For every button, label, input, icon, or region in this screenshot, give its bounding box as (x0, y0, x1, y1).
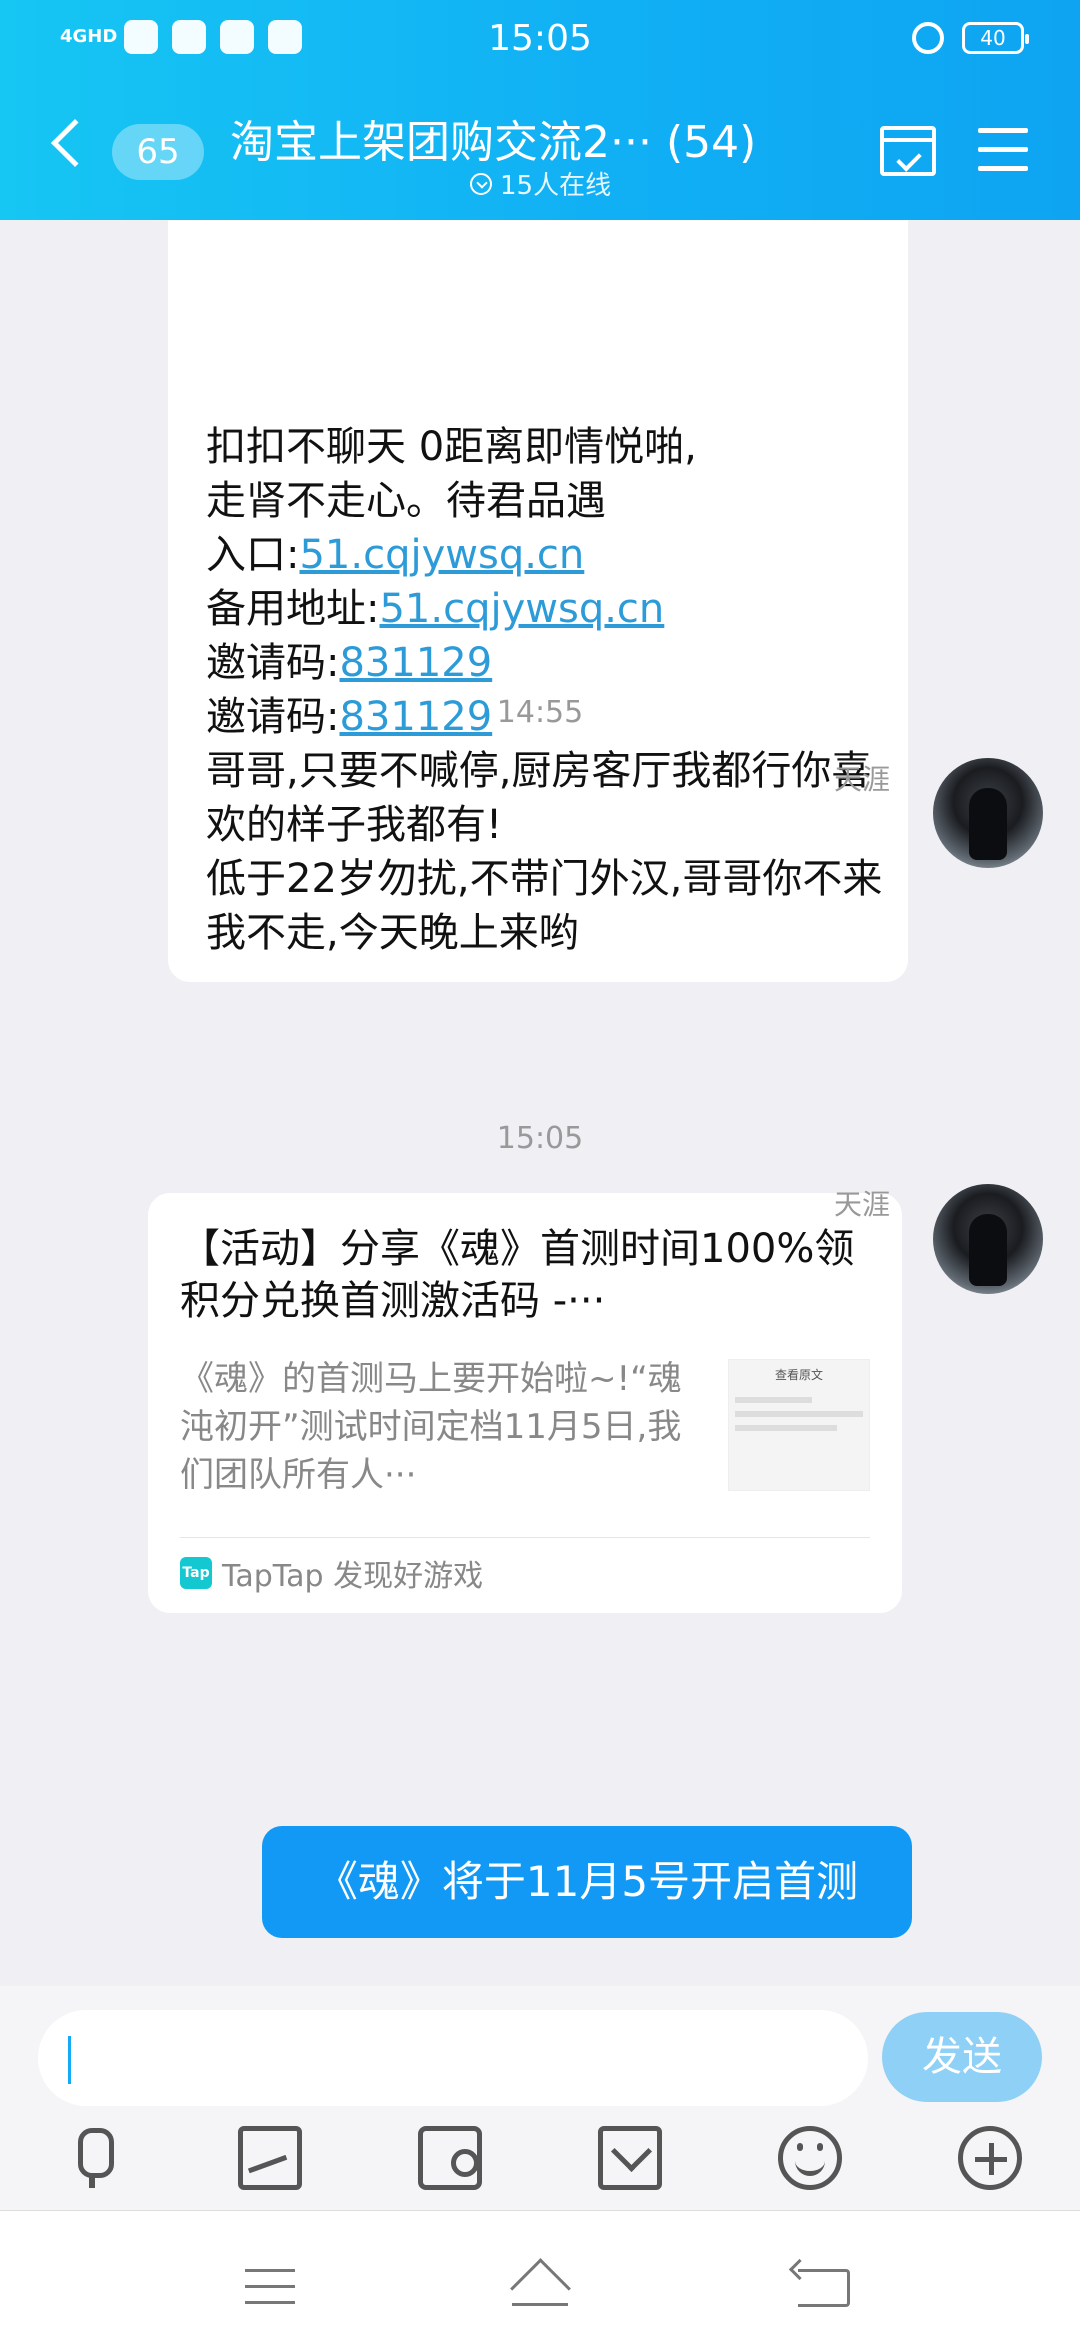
back-icon[interactable] (50, 118, 100, 168)
sender-name: 天涯 (833, 763, 890, 796)
send-button[interactable]: 发送 (882, 2012, 1042, 2102)
thumbnail-title: 查看原文 (774, 1368, 823, 1382)
input-bar: 发送 (0, 1986, 1080, 2210)
emoji-icon[interactable] (778, 2126, 842, 2190)
chevron-down-icon (470, 172, 492, 195)
source-label: TapTap 发现好游戏 (222, 1559, 484, 1594)
nav-back-icon[interactable] (798, 2269, 850, 2307)
divider (180, 1537, 870, 1538)
online-status[interactable]: 15人在线 (470, 165, 611, 202)
invite-code-link[interactable]: 831129 (339, 640, 492, 686)
status-bar: 4GHD 15:05 40 (0, 0, 1080, 80)
message-line: 低于22岁勿扰,不带门外汉,哥哥你不来我不走,今天晚上来哟 (206, 856, 883, 956)
camera-icon[interactable] (418, 2126, 482, 2190)
sender-name: 天涯 (833, 1188, 890, 1221)
message-bubble[interactable]: 扣扣不聊天 0距离即情悦啪, 走肾不走心。待君品遇 入口:51.cqjywsq.… (168, 220, 908, 982)
entry-link[interactable]: 51.cqjywsq.cn (299, 532, 584, 578)
navigation-bar (0, 2210, 1080, 2340)
avatar[interactable] (933, 758, 1043, 868)
message-line: 哥哥,只要不喊停,厨房客厅我都行你喜欢的样子我都有! (206, 748, 872, 848)
message-line: 扣扣不聊天 0距离即情悦啪, (206, 424, 697, 470)
nav-menu-icon[interactable] (245, 2269, 295, 2305)
timestamp: 14:55 (496, 695, 584, 730)
invite-label: 邀请码: (206, 640, 340, 686)
header: 4GHD 15:05 40 65 淘宝上架团购交流2··· (54) 15人在线 (0, 0, 1080, 220)
online-count: 15人在线 (500, 171, 612, 201)
alarm-icon (912, 22, 944, 54)
message-line: 走肾不走心。待君品遇 (206, 478, 606, 524)
share-card[interactable]: 【活动】分享《魂》首测时间100%领积分兑换首测激活码 -··· 《魂》的首测马… (148, 1193, 902, 1613)
message-text: 扣扣不聊天 0距离即情悦啪, 走肾不走心。待君品遇 入口:51.cqjywsq.… (206, 420, 886, 960)
entry-label: 入口: (206, 532, 300, 578)
message-line: 邀请码:831129 (206, 636, 886, 690)
battery-icon: 40 (962, 22, 1029, 54)
share-card-thumbnail: 查看原文 (728, 1359, 870, 1491)
plus-icon[interactable] (958, 2126, 1022, 2190)
share-card-title: 【活动】分享《魂》首测时间100%领积分兑换首测激活码 -··· (180, 1226, 855, 1324)
message-line: 备用地址:51.cqjywsq.cn (206, 582, 886, 636)
message-input[interactable] (38, 2010, 868, 2106)
backup-link[interactable]: 51.cqjywsq.cn (379, 586, 664, 632)
menu-icon[interactable] (978, 128, 1028, 172)
avatar[interactable] (933, 1184, 1043, 1294)
unread-badge[interactable]: 65 (112, 124, 204, 180)
text-cursor (68, 2036, 71, 2084)
chat-title[interactable]: 淘宝上架团购交流2··· (54) (230, 106, 756, 170)
my-message-bubble[interactable]: 《魂》将于11月5号开启首测 (262, 1826, 912, 1938)
timestamp: 15:05 (496, 1121, 584, 1156)
image-icon[interactable] (238, 2126, 302, 2190)
status-icons-right: 40 (912, 22, 1029, 54)
mic-icon[interactable] (60, 2126, 124, 2190)
calendar-icon[interactable] (880, 126, 936, 176)
taptap-icon: Tap (180, 1557, 212, 1589)
backup-label: 备用地址: (206, 586, 380, 632)
share-card-source: Tap TapTap 发现好游戏 (180, 1551, 483, 1595)
toolbar (0, 2126, 1080, 2206)
share-card-description: 《魂》的首测马上要开始啦~!“魂沌初开”测试时间定档11月5日,我们团队所有人·… (180, 1359, 682, 1495)
message-line: 入口:51.cqjywsq.cn (206, 528, 886, 582)
red-packet-icon[interactable] (598, 2126, 662, 2190)
nav-home-icon[interactable] (508, 2267, 572, 2307)
